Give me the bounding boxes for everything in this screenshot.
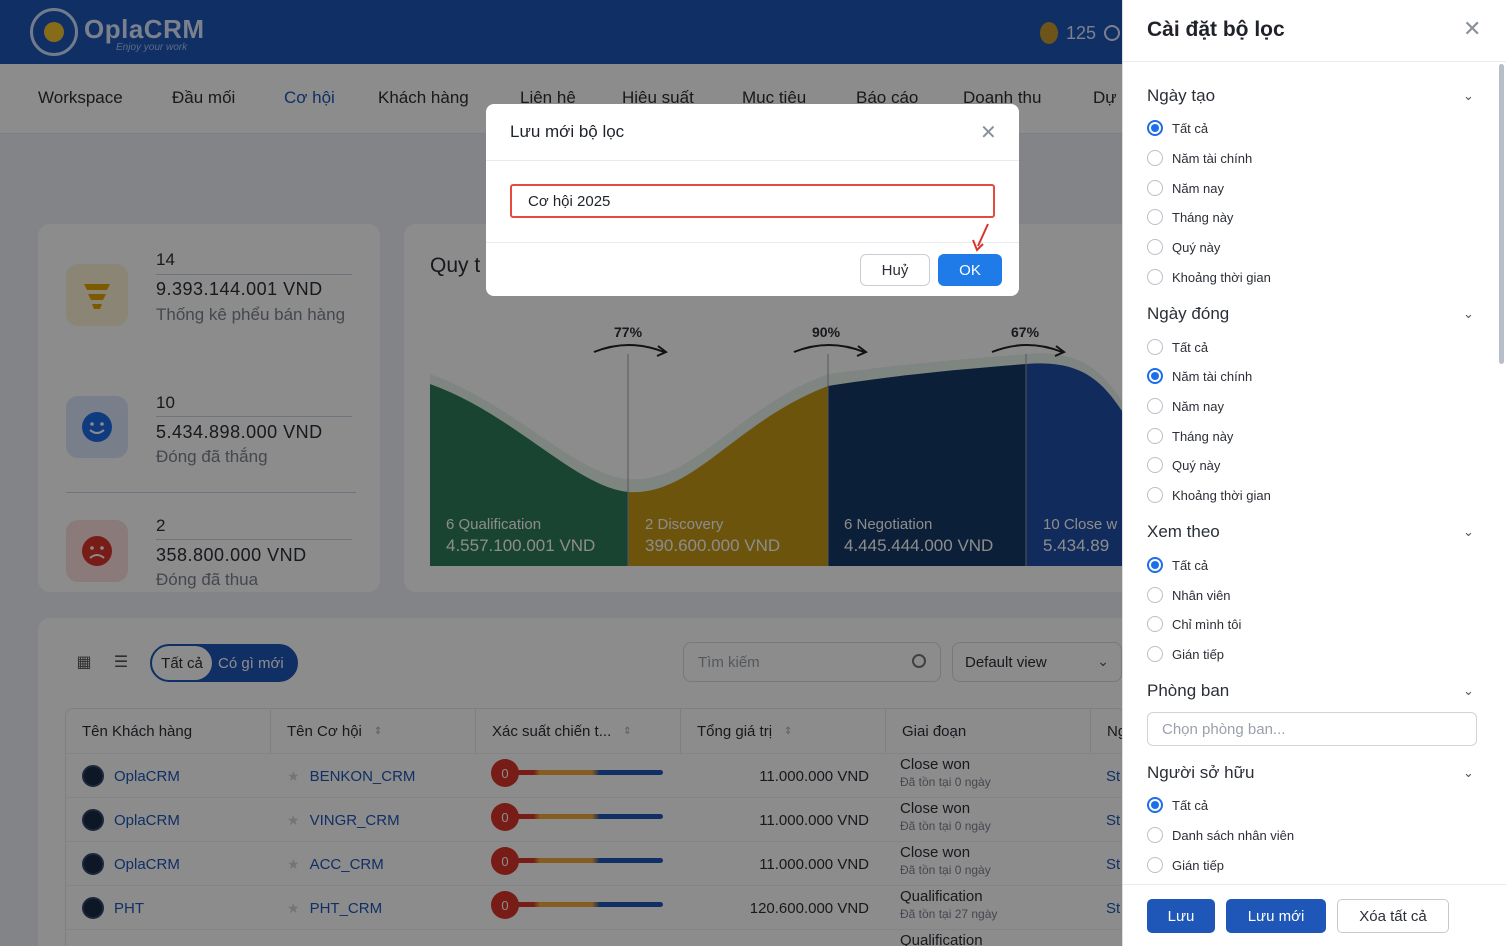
save-new-button[interactable]: Lưu mới — [1226, 899, 1326, 933]
radio-owner-all[interactable]: Tất cả — [1147, 797, 1208, 813]
radio-close-fiscal-year[interactable]: Năm tài chính — [1147, 368, 1252, 384]
radio-view-employee[interactable]: Nhân viên — [1147, 587, 1231, 603]
radio-close-this-month[interactable]: Tháng này — [1147, 428, 1233, 444]
chevron-down-icon[interactable]: ⌄ — [1463, 524, 1474, 540]
close-icon[interactable]: ✕ — [980, 120, 997, 145]
radio-created-this-year[interactable]: Năm nay — [1147, 180, 1224, 196]
radio-view-indirect[interactable]: Gián tiếp — [1147, 646, 1224, 662]
annotation-arrow-icon — [972, 223, 989, 252]
panel-scrollbar[interactable] — [1499, 64, 1504, 364]
cancel-button[interactable]: Huỷ — [860, 254, 930, 286]
section-department[interactable]: Phòng ban — [1147, 681, 1229, 701]
radio-created-all[interactable]: Tất cả — [1147, 120, 1208, 136]
section-close-date[interactable]: Ngày đóng — [1147, 304, 1229, 324]
section-view-by[interactable]: Xem theo — [1147, 522, 1220, 542]
chevron-down-icon[interactable]: ⌄ — [1463, 88, 1474, 104]
filter-panel: Cài đặt bộ lọc ✕ Ngày tạo ⌄ Tất cả Năm t… — [1122, 0, 1506, 946]
panel-footer: Lưu Lưu mới Xóa tất cả — [1123, 884, 1506, 946]
chevron-down-icon[interactable]: ⌄ — [1463, 306, 1474, 322]
radio-created-range[interactable]: Khoảng thời gian — [1147, 269, 1271, 285]
department-select[interactable]: Chọn phòng ban... — [1147, 712, 1477, 746]
close-icon[interactable]: ✕ — [1463, 16, 1481, 42]
save-button[interactable]: Lưu — [1147, 899, 1215, 933]
radio-close-this-quarter[interactable]: Quý này — [1147, 457, 1220, 473]
radio-view-only-me[interactable]: Chỉ mình tôi — [1147, 616, 1241, 632]
modal-title: Lưu mới bộ lọc — [510, 122, 625, 141]
filter-panel-title: Cài đặt bộ lọc — [1147, 18, 1285, 41]
radio-owner-indirect[interactable]: Gián tiếp — [1147, 857, 1224, 873]
section-owner[interactable]: Người sở hữu — [1147, 763, 1254, 783]
clear-all-button[interactable]: Xóa tất cả — [1337, 899, 1449, 933]
radio-created-this-month[interactable]: Tháng này — [1147, 209, 1233, 225]
ok-button[interactable]: OK — [938, 254, 1002, 286]
radio-close-this-year[interactable]: Năm nay — [1147, 398, 1224, 414]
radio-close-all[interactable]: Tất cả — [1147, 339, 1208, 355]
radio-created-fiscal-year[interactable]: Năm tài chính — [1147, 150, 1252, 166]
filter-name-input[interactable] — [510, 184, 995, 218]
chevron-down-icon[interactable]: ⌄ — [1463, 765, 1474, 781]
radio-owner-employee-list[interactable]: Danh sách nhân viên — [1147, 827, 1294, 843]
radio-created-this-quarter[interactable]: Quý này — [1147, 239, 1220, 255]
chevron-down-icon[interactable]: ⌄ — [1463, 683, 1474, 699]
save-filter-modal: Lưu mới bộ lọc ✕ Huỷ OK — [486, 104, 1019, 296]
radio-view-all[interactable]: Tất cả — [1147, 557, 1208, 573]
radio-close-range[interactable]: Khoảng thời gian — [1147, 487, 1271, 503]
section-created-date[interactable]: Ngày tạo — [1147, 86, 1215, 106]
